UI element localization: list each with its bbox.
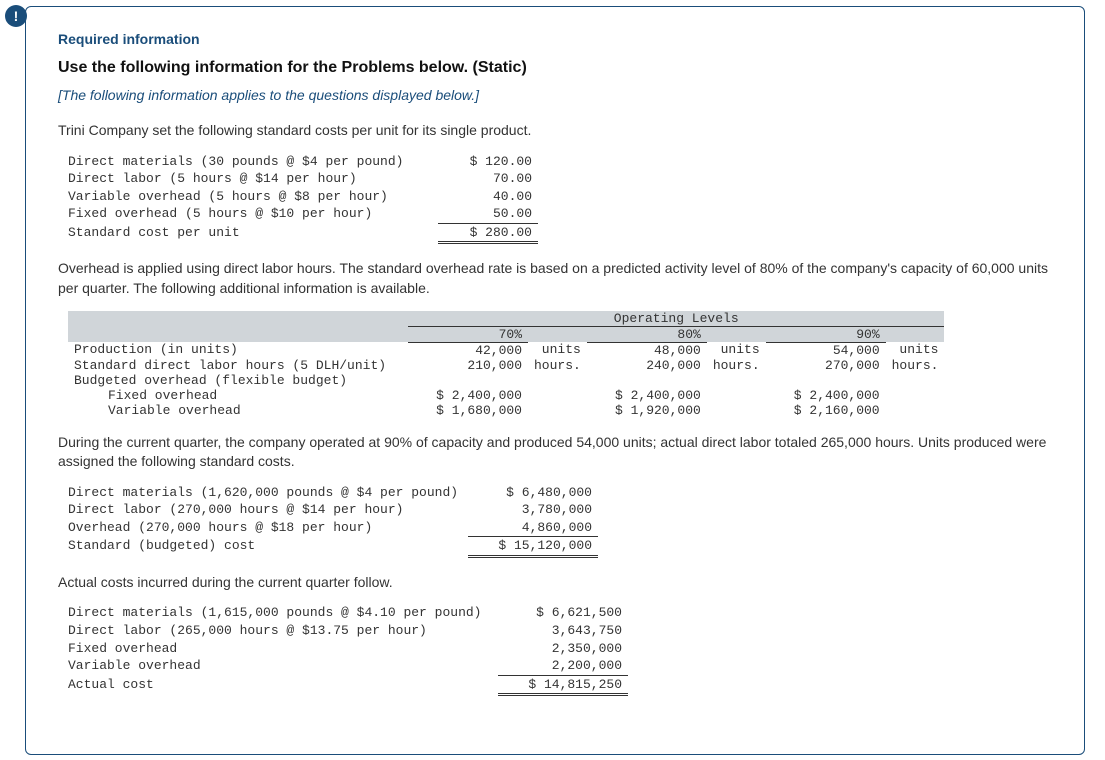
cost-total-value: $ 280.00 bbox=[438, 224, 538, 245]
op-unit: hours. bbox=[707, 358, 766, 373]
op-row-label: Standard direct labor hours (5 DLH/unit) bbox=[68, 358, 408, 373]
op-val: 240,000 bbox=[587, 358, 707, 373]
op-val: $ 2,400,000 bbox=[408, 388, 528, 403]
cost-value: 50.00 bbox=[438, 205, 538, 224]
std-label: Direct labor (270,000 hours @ $14 per ho… bbox=[68, 501, 468, 519]
alert-icon: ! bbox=[14, 8, 19, 24]
op-unit: units bbox=[707, 342, 766, 358]
op-val: $ 2,400,000 bbox=[766, 388, 886, 403]
cost-label: Fixed overhead (5 hours @ $10 per hour) bbox=[68, 205, 438, 224]
op-row-label: Variable overhead bbox=[68, 403, 408, 418]
overhead-paragraph: Overhead is applied using direct labor h… bbox=[58, 259, 1052, 298]
alert-badge: ! bbox=[5, 5, 27, 27]
op-val: 48,000 bbox=[587, 342, 707, 358]
op-val: $ 2,400,000 bbox=[587, 388, 707, 403]
act-value: 2,200,000 bbox=[498, 657, 628, 676]
op-val: 54,000 bbox=[766, 342, 886, 358]
act-total-label: Actual cost bbox=[68, 676, 498, 697]
cost-value: 70.00 bbox=[438, 170, 538, 188]
act-label: Direct materials (1,615,000 pounds @ $4.… bbox=[68, 604, 498, 622]
act-label: Variable overhead bbox=[68, 657, 498, 676]
level-80: 80% bbox=[587, 326, 707, 342]
op-val: $ 1,680,000 bbox=[408, 403, 528, 418]
std-value: $ 6,480,000 bbox=[468, 484, 598, 502]
std-label: Direct materials (1,620,000 pounds @ $4 … bbox=[68, 484, 468, 502]
cost-label: Direct labor (5 hours @ $14 per hour) bbox=[68, 170, 438, 188]
std-total-label: Standard (budgeted) cost bbox=[68, 537, 468, 558]
op-val: 42,000 bbox=[408, 342, 528, 358]
op-val: $ 1,920,000 bbox=[587, 403, 707, 418]
op-unit: hours. bbox=[886, 358, 945, 373]
op-val: 270,000 bbox=[766, 358, 886, 373]
std-value: 3,780,000 bbox=[468, 501, 598, 519]
note-text: [The following information applies to th… bbox=[58, 87, 1052, 103]
cost-label: Direct materials (30 pounds @ $4 per pou… bbox=[68, 153, 438, 171]
actual-paragraph: Actual costs incurred during the current… bbox=[58, 573, 1052, 593]
op-unit: hours. bbox=[528, 358, 587, 373]
op-row-label: Production (in units) bbox=[68, 342, 408, 358]
op-header: Operating Levels bbox=[408, 311, 944, 327]
act-label: Fixed overhead bbox=[68, 640, 498, 658]
act-value: $ 6,621,500 bbox=[498, 604, 628, 622]
required-info-heading: Required information bbox=[58, 31, 1052, 47]
op-row-label: Fixed overhead bbox=[68, 388, 408, 403]
cost-total-label: Standard cost per unit bbox=[68, 224, 438, 245]
level-90: 90% bbox=[766, 326, 886, 342]
op-row-label: Budgeted overhead (flexible budget) bbox=[68, 373, 408, 388]
act-value: 3,643,750 bbox=[498, 622, 628, 640]
cost-value: 40.00 bbox=[438, 188, 538, 206]
intro-paragraph: Trini Company set the following standard… bbox=[58, 121, 1052, 141]
std-total-value: $ 15,120,000 bbox=[468, 537, 598, 558]
operating-levels-table: Operating Levels 70% 80% 90% Production … bbox=[68, 311, 944, 418]
act-value: 2,350,000 bbox=[498, 640, 628, 658]
standard-budgeted-table: Direct materials (1,620,000 pounds @ $4 … bbox=[68, 484, 1052, 558]
op-unit: units bbox=[528, 342, 587, 358]
level-70: 70% bbox=[408, 326, 528, 342]
std-label: Overhead (270,000 hours @ $18 per hour) bbox=[68, 519, 468, 538]
main-title: Use the following information for the Pr… bbox=[58, 59, 1052, 77]
actual-costs-table: Direct materials (1,615,000 pounds @ $4.… bbox=[68, 604, 1052, 696]
op-unit: units bbox=[886, 342, 945, 358]
cost-value: $ 120.00 bbox=[438, 153, 538, 171]
standard-cost-table: Direct materials (30 pounds @ $4 per pou… bbox=[68, 153, 1052, 245]
std-value: 4,860,000 bbox=[468, 519, 598, 538]
op-val: 210,000 bbox=[408, 358, 528, 373]
during-paragraph: During the current quarter, the company … bbox=[58, 433, 1052, 472]
cost-label: Variable overhead (5 hours @ $8 per hour… bbox=[68, 188, 438, 206]
op-val: $ 2,160,000 bbox=[766, 403, 886, 418]
act-total-value: $ 14,815,250 bbox=[498, 676, 628, 697]
act-label: Direct labor (265,000 hours @ $13.75 per… bbox=[68, 622, 498, 640]
content-panel: Required information Use the following i… bbox=[25, 6, 1085, 755]
